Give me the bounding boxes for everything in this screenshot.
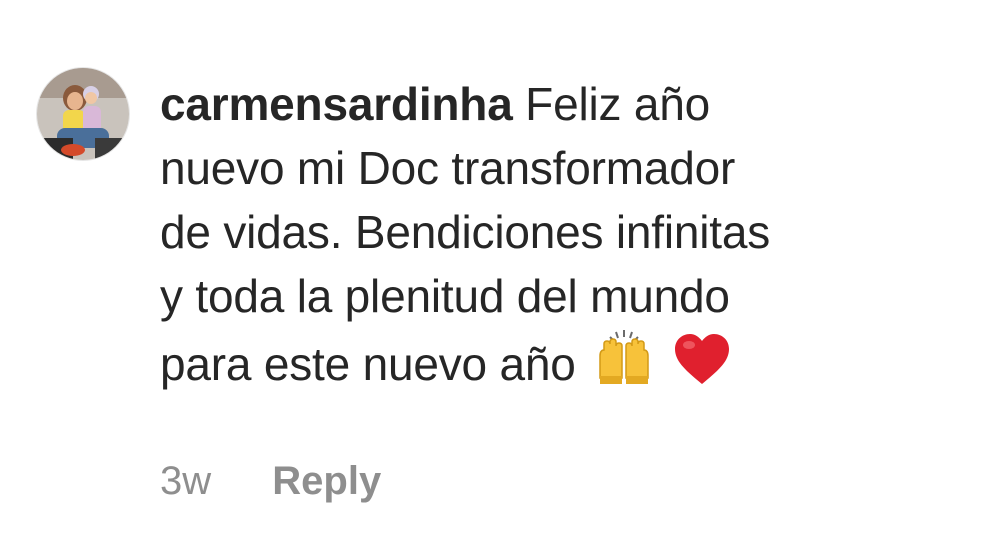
comment-text-line-2: nuevo mi Doc transformador bbox=[160, 142, 736, 194]
raising-hands-icon bbox=[594, 328, 654, 402]
comment-body: carmensardinha Feliz año nuevo mi Doc tr… bbox=[160, 72, 960, 402]
avatar[interactable] bbox=[37, 68, 129, 160]
comment-meta: 3w Reply bbox=[160, 455, 381, 507]
reply-button[interactable]: Reply bbox=[272, 455, 381, 507]
comment-text-line-4: y toda la plenitud del mundo bbox=[160, 270, 730, 322]
red-heart-icon bbox=[673, 332, 731, 402]
timestamp: 3w bbox=[160, 459, 212, 503]
profile-photo bbox=[37, 68, 129, 160]
comment-text-line-1: Feliz año bbox=[525, 78, 711, 130]
username-link[interactable]: carmensardinha bbox=[160, 78, 513, 130]
comment-text-line-3: de vidas. Bendiciones infinitas bbox=[160, 206, 771, 258]
comment-text-line-5: para este nuevo año bbox=[160, 338, 576, 390]
